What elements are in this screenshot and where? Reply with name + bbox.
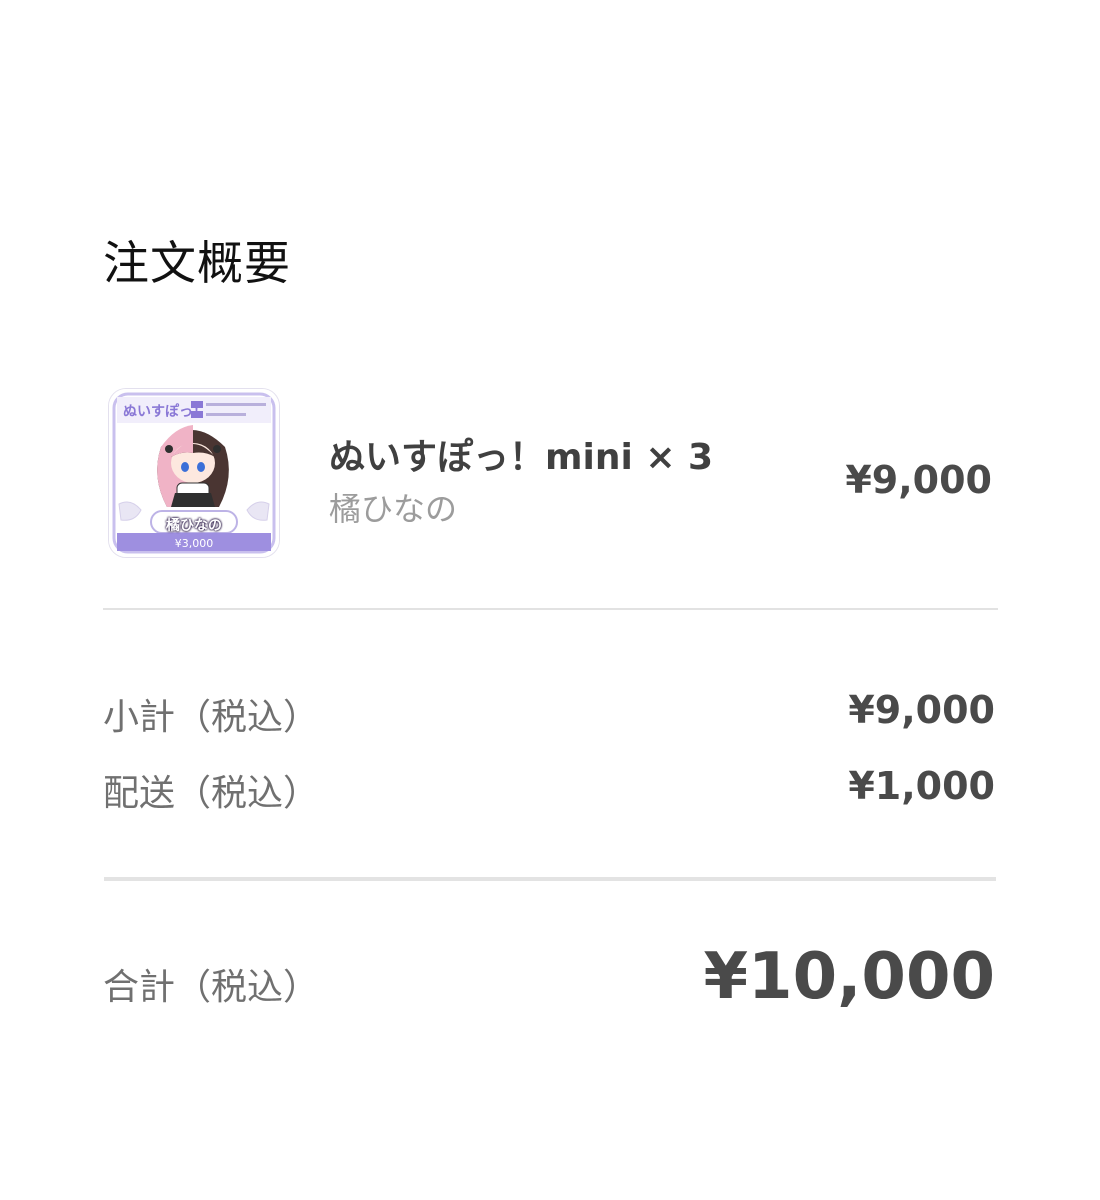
subtotal-value: ¥9,000 [848, 688, 995, 732]
item-name: ぬいすぽっ！mini × 3 [329, 437, 714, 478]
order-item-row[interactable]: ぬいすぽっ！ 橘ひなの ¥3,000 ぬいすぽっ！mini × 3 橘ひなの ¥… [103, 388, 998, 558]
shipping-label: 配送（税込） [103, 773, 320, 814]
shipping-value: ¥1,000 [848, 764, 995, 808]
total-row: 合計（税込） ¥10,000 [103, 940, 995, 1020]
total-label: 合計（税込） [103, 967, 320, 1008]
subtotal-row: 小計（税込） ¥9,000 [103, 688, 995, 738]
shipping-row: 配送（税込） ¥1,000 [103, 764, 995, 814]
thumb-unit-price: ¥3,000 [174, 537, 214, 550]
product-thumbnail[interactable]: ぬいすぽっ！ 橘ひなの ¥3,000 [108, 388, 280, 558]
divider [104, 877, 996, 881]
page-title: 注文概要 [103, 236, 291, 290]
thumb-character-name: 橘ひなの [166, 518, 222, 534]
subtotal-label: 小計（税込） [103, 697, 320, 738]
item-shop-name: 橘ひなの [329, 490, 458, 528]
divider [103, 608, 998, 610]
total-value: ¥10,000 [703, 940, 996, 1014]
item-price: ¥9,000 [845, 458, 992, 502]
